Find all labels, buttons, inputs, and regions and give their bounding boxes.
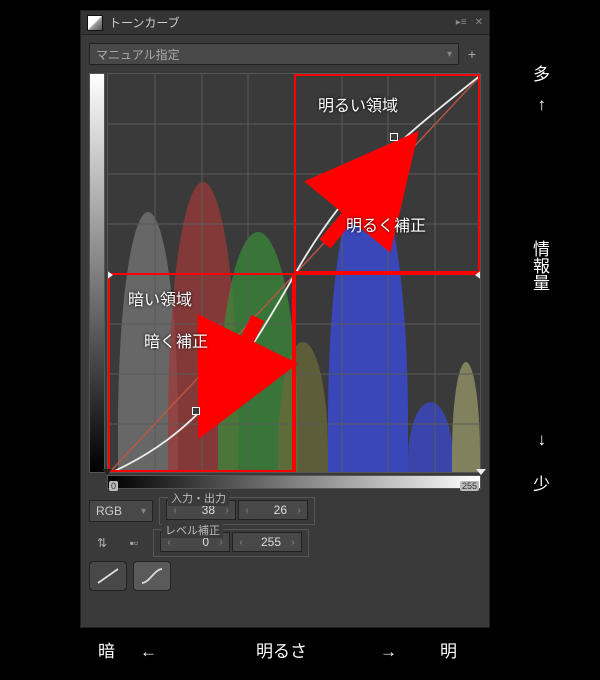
white-point-slider-left[interactable] xyxy=(107,270,113,280)
channel-select[interactable]: RGB ▾ xyxy=(89,500,153,522)
input-output-fieldset: 入力・出力 ‹ 38 › ‹ 26 › xyxy=(159,497,315,525)
reset-button[interactable]: ▪▫ xyxy=(121,532,147,554)
tone-curve-panel: トーンカーブ ▸≡ ✕ マニュアル指定 ▾ + xyxy=(80,10,490,628)
range-max-label: 255 xyxy=(460,481,479,491)
arrow-down-icon: ↓ xyxy=(538,430,547,450)
label-few: 少 xyxy=(533,470,550,495)
label-brightness: 明るさ xyxy=(256,637,307,662)
increment-icon[interactable]: › xyxy=(285,537,301,548)
grid xyxy=(108,74,481,473)
decrement-icon[interactable]: ‹ xyxy=(239,505,255,516)
label-bright: 明 xyxy=(440,637,457,662)
levels-fieldset: レベル補正 ‹ 0 › ‹ 255 › xyxy=(153,529,309,557)
input-gradient-strip[interactable]: 0 255 xyxy=(107,475,481,489)
black-point-slider[interactable] xyxy=(102,469,112,475)
preset-select[interactable]: マニュアル指定 ▾ xyxy=(89,43,459,65)
smooth-curve-button[interactable] xyxy=(133,561,171,591)
decrement-icon[interactable]: ‹ xyxy=(233,537,249,548)
decrement-icon[interactable]: ‹ xyxy=(161,537,177,548)
increment-icon[interactable]: › xyxy=(213,537,229,548)
decrement-icon[interactable]: ‹ xyxy=(167,505,183,516)
increment-icon[interactable]: › xyxy=(291,505,307,516)
linear-curve-button[interactable] xyxy=(89,561,127,591)
white-point-slider-right[interactable] xyxy=(475,270,481,280)
output-value-spinner[interactable]: ‹ 26 › xyxy=(238,500,308,520)
close-icon[interactable]: ✕ xyxy=(475,17,483,28)
panel-menu-icon[interactable]: ▸≡ xyxy=(456,17,467,28)
panel-title: トーンカーブ xyxy=(109,14,180,31)
io-legend: 入力・出力 xyxy=(168,490,229,506)
chevron-down-icon: ▾ xyxy=(447,49,452,60)
arrow-up-icon: ↑ xyxy=(538,95,547,115)
auto-adjust-button[interactable]: ⇅ xyxy=(89,532,115,554)
label-many: 多 xyxy=(533,60,550,85)
label-info-amount: 情報量 xyxy=(527,240,552,291)
curve-graph[interactable]: 明るい領域 暗い領域 明るく補正 暗く補正 xyxy=(107,73,481,473)
range-min-label: 0 xyxy=(109,481,118,491)
control-point-shadow[interactable] xyxy=(192,407,200,415)
tone-curve-icon xyxy=(87,15,103,31)
arrow-left-icon: ← xyxy=(140,642,157,662)
channel-label: RGB xyxy=(96,504,122,518)
add-preset-button[interactable]: + xyxy=(463,43,481,65)
label-dark: 暗 xyxy=(98,637,115,662)
levels-legend: レベル補正 xyxy=(162,522,223,538)
control-point-highlight[interactable] xyxy=(390,133,398,141)
increment-icon[interactable]: › xyxy=(219,505,235,516)
white-point-spinner[interactable]: ‹ 255 › xyxy=(232,532,302,552)
white-point-slider[interactable] xyxy=(476,469,486,475)
chevron-down-icon: ▾ xyxy=(141,506,146,517)
preset-selected-label: マニュアル指定 xyxy=(96,46,180,63)
arrow-right-icon: → xyxy=(380,642,397,662)
panel-header: トーンカーブ ▸≡ ✕ xyxy=(81,11,489,35)
output-gradient-strip[interactable] xyxy=(89,73,105,473)
